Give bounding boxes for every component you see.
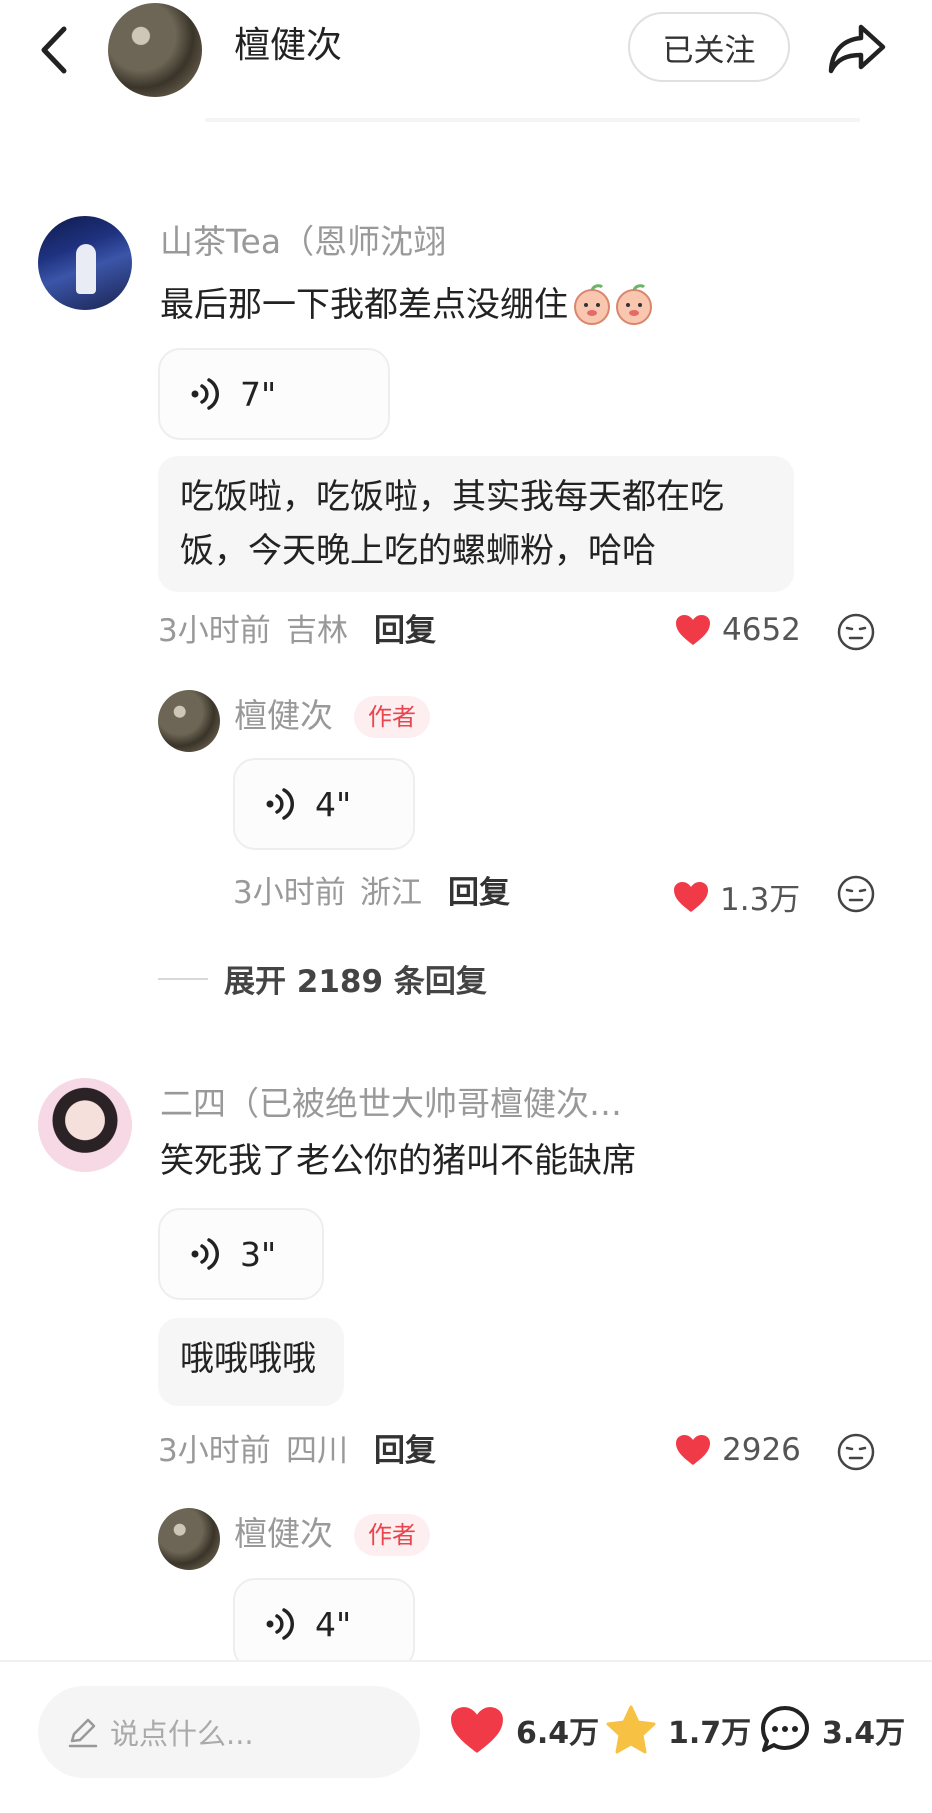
comments-button[interactable]: 3.4万 (758, 1704, 905, 1756)
voice-duration: 4" (315, 784, 352, 824)
emoji-icon[interactable] (836, 1432, 876, 1472)
reply-location: 浙江 (360, 875, 422, 911)
header-divider (205, 118, 860, 122)
back-button[interactable] (30, 20, 80, 80)
voice-message[interactable]: 3" (158, 1208, 324, 1300)
author-tag: 作者 (354, 1514, 430, 1556)
comment-time: 3小时前 (158, 1433, 271, 1469)
emoji-icon[interactable] (836, 612, 876, 652)
commenter-name[interactable]: 二四（已被绝世大帅哥檀健次… (160, 1082, 622, 1126)
back-arrow-icon (41, 26, 67, 74)
like-post-button[interactable]: 6.4万 (448, 1704, 599, 1756)
reply-button[interactable]: 回复 (374, 610, 436, 652)
share-button[interactable] (822, 16, 892, 82)
voice-wave-icon (266, 1608, 294, 1640)
like-count: 4652 (722, 612, 801, 648)
author-name[interactable]: 檀健次 (234, 22, 342, 70)
voice-wave-icon (191, 1238, 219, 1270)
reply-time: 3小时前 (233, 875, 346, 911)
comment-time: 3小时前 (158, 613, 271, 649)
reply-button[interactable]: 回复 (374, 1430, 436, 1472)
comment-text: 笑死我了老公你的猪叫不能缺席 (160, 1141, 636, 1181)
post-like-count: 6.4万 (516, 1716, 600, 1751)
heart-icon (674, 881, 708, 912)
voice-message[interactable]: 7" (158, 348, 390, 440)
bubble-line: 哦哦哦哦 (180, 1339, 316, 1379)
comment-text: 最后那一下我都差点没绷住 (160, 285, 568, 325)
bubble-line: 吃饭啦，吃饭啦，其实我每天都在吃 (180, 477, 724, 517)
like-button[interactable]: 2926 (674, 1432, 801, 1468)
like-button[interactable]: 1.3万 (672, 874, 800, 919)
share-icon (828, 24, 886, 74)
comment-location: 四川 (286, 1433, 348, 1469)
author-tag: 作者 (354, 696, 430, 738)
voice-wave-icon (266, 788, 294, 820)
heart-icon (451, 1707, 503, 1753)
pencil-icon (68, 1718, 98, 1748)
commenter-avatar[interactable] (38, 1078, 132, 1172)
bubble-line: 饭，今天晚上吃的螺蛳粉，哈哈 (180, 531, 656, 571)
heart-icon (676, 1435, 710, 1465)
voice-duration: 4" (315, 1604, 352, 1644)
reply-button[interactable]: 回复 (448, 872, 510, 914)
comment-input[interactable]: 说点什么... (38, 1686, 420, 1778)
voice-duration: 3" (240, 1234, 277, 1274)
favorite-count: 1.7万 (668, 1716, 752, 1751)
comment-location: 吉林 (286, 613, 348, 649)
comment-bubble-icon (761, 1706, 809, 1752)
expand-replies-label: 展开 2189 条回复 (224, 964, 487, 1000)
voice-message[interactable]: 4" (233, 758, 415, 850)
author-reply-name[interactable]: 檀健次 (234, 694, 333, 738)
star-icon (606, 1705, 656, 1754)
voice-wave-icon (191, 378, 219, 410)
voice-duration: 7" (240, 374, 277, 414)
author-avatar[interactable] (108, 3, 202, 97)
commenter-name[interactable]: 山茶Tea（恩师沈翊 (160, 220, 446, 264)
heart-icon (676, 615, 710, 645)
commenter-avatar[interactable] (38, 216, 132, 310)
follow-button[interactable]: 已关注 (628, 12, 790, 82)
like-count: 1.3万 (720, 882, 801, 918)
comment-input-placeholder: 说点什么... (110, 1717, 254, 1751)
comment-count: 3.4万 (822, 1716, 906, 1751)
text-bubble: 哦哦哦哦 (158, 1318, 344, 1406)
like-count: 2926 (722, 1432, 801, 1468)
like-button[interactable]: 4652 (674, 612, 801, 648)
expand-divider (158, 977, 208, 980)
emoji-icon[interactable] (836, 874, 876, 914)
text-bubble: 吃饭啦，吃饭啦，其实我每天都在吃 饭，今天晚上吃的螺蛳粉，哈哈 (158, 456, 794, 592)
expand-replies-button[interactable]: 展开 2189 条回复 (158, 956, 487, 1001)
author-reply-name[interactable]: 檀健次 (234, 1512, 333, 1556)
peach-face-emoji-icon (574, 284, 652, 325)
author-reply-avatar[interactable] (158, 690, 220, 752)
author-reply-avatar[interactable] (158, 1508, 220, 1570)
favorite-button[interactable]: 1.7万 (604, 1704, 751, 1756)
voice-message[interactable]: 4" (233, 1578, 415, 1670)
